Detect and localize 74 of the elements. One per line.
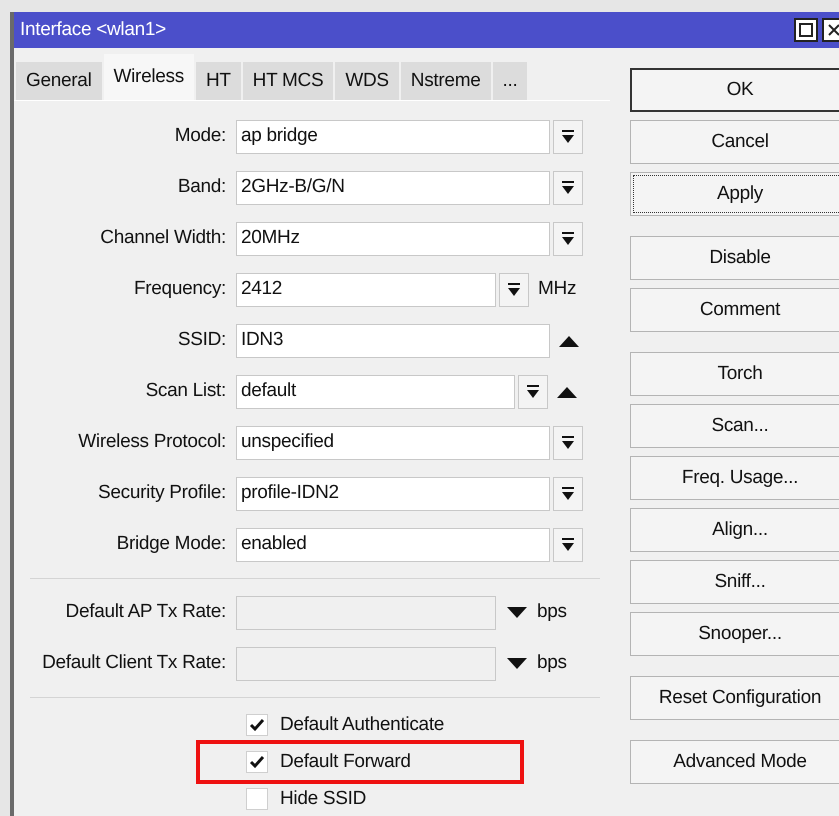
tab[interactable]: Wireless [104,54,194,100]
input-field[interactable]: 20MHz [236,222,550,256]
dialog-button[interactable]: Align... [630,508,839,552]
dropdown-button[interactable] [553,426,583,460]
checkbox-label: Hide SSID [280,786,366,811]
input-field[interactable]: enabled [236,528,550,562]
unit-label: bps [537,651,567,676]
dropdown-button[interactable] [553,120,583,154]
input-field[interactable]: default [236,374,515,408]
unit-label: MHz [538,277,576,302]
field-label: Band: [176,175,227,200]
dropdown-arrow-icon [561,180,575,196]
tab[interactable]: WDS [335,62,399,100]
dropdown-arrow-icon [507,282,521,298]
field-label: Mode: [174,124,227,148]
dropdown-arrow-icon [561,486,575,502]
dialog-button[interactable]: Freq. Usage... [630,456,839,500]
input-field[interactable] [236,646,496,680]
dropdown-button[interactable] [553,528,583,562]
dialog-button[interactable]: Advanced Mode [630,740,839,784]
dropdown-arrow-icon [526,384,540,400]
dropdown-arrow-icon [561,536,575,552]
tab[interactable]: HT MCS [242,62,334,100]
dialog-button[interactable]: Disable [630,236,839,280]
dropdown-button[interactable] [553,476,583,510]
dropdown-button[interactable] [553,170,583,204]
field-label: Default Client Tx Rate: [41,651,227,676]
window-title: Interface <wlan1> [20,18,167,42]
input-field[interactable]: profile-IDN2 [236,476,550,510]
dropdown-button[interactable] [499,272,529,306]
dropdown-arrow-icon [561,128,575,144]
input-field[interactable]: 2GHz-B/G/N [236,170,550,204]
checkbox-label: Default Authenticate [280,712,444,737]
collapse-arrow-icon[interactable] [558,334,580,348]
field-label: Wireless Protocol: [77,430,227,454]
dialog-button[interactable]: Apply [630,172,839,216]
dialog-button[interactable]: Cancel [630,120,839,164]
checkbox-label: Default Forward [280,750,411,774]
dialog-button[interactable]: OK [630,68,839,112]
tab[interactable]: HT [196,62,241,100]
checkbox[interactable] [246,714,268,736]
field-label: Security Profile: [97,481,227,506]
dropdown-arrow-icon[interactable] [506,656,528,670]
input-field[interactable] [236,596,496,630]
maximize-icon[interactable] [794,18,818,42]
dialog-button[interactable]: Comment [630,288,839,332]
dropdown-arrow-icon [561,434,575,450]
tab[interactable]: General [16,62,102,100]
field-label: Channel Width: [99,226,227,250]
checkbox[interactable] [246,788,268,810]
dropdown-arrow-icon [561,230,575,246]
dialog-button[interactable]: Snooper... [630,612,839,656]
input-field[interactable]: ap bridge [236,120,550,154]
input-field[interactable]: 2412 [236,272,496,306]
collapse-arrow-icon[interactable] [556,384,578,398]
field-label: Default AP Tx Rate: [64,600,227,624]
dialog-button[interactable]: Torch [630,352,839,396]
dropdown-arrow-icon[interactable] [506,606,528,620]
field-label: Bridge Mode: [116,532,227,556]
dialog-button[interactable]: Sniff... [630,560,839,604]
tab[interactable]: Nstreme [400,62,490,100]
input-field[interactable]: unspecified [236,426,550,460]
dropdown-button[interactable] [553,222,583,256]
tab[interactable]: ... [492,62,528,100]
field-label: Frequency: [132,277,227,302]
dialog-button[interactable]: Reset Configuration [630,676,839,720]
unit-label: bps [537,600,567,624]
field-label: Scan List: [144,379,227,404]
dialog-button[interactable]: Scan... [630,404,839,448]
field-label: SSID: [176,328,227,352]
input-field[interactable]: IDN3 [236,324,550,358]
close-icon[interactable] [822,18,839,42]
dropdown-button[interactable] [518,374,548,408]
checkbox[interactable] [246,751,268,773]
